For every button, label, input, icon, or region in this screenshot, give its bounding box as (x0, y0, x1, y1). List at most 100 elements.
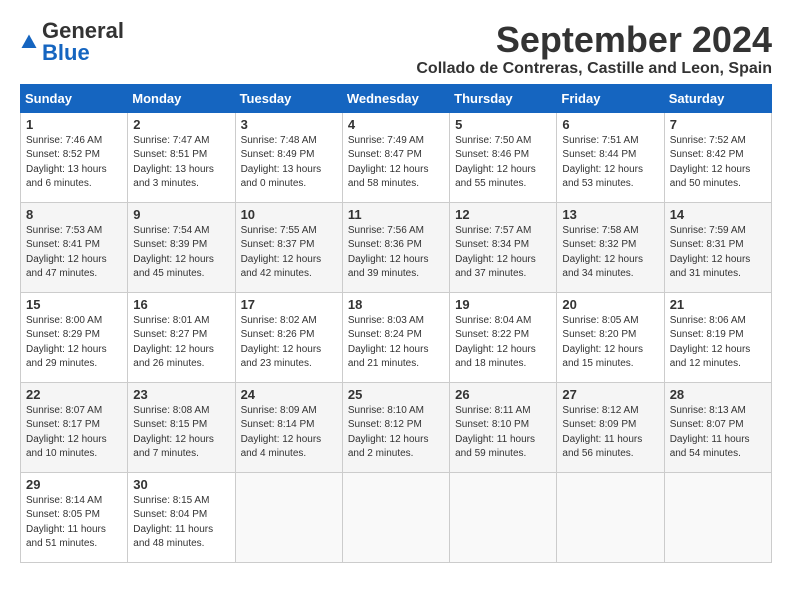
day-number: 8 (26, 207, 122, 222)
day-cell (557, 472, 664, 562)
day-cell: 30 Sunrise: 8:15 AMSunset: 8:04 PMDayligh… (128, 472, 235, 562)
day-number: 26 (455, 387, 551, 402)
header-cell-wednesday: Wednesday (342, 84, 449, 112)
day-info: Sunrise: 8:10 AMSunset: 8:12 PMDaylight:… (348, 404, 444, 462)
day-info: Sunrise: 7:50 AMSunset: 8:46 PMDaylight:… (455, 134, 551, 192)
day-number: 21 (670, 297, 766, 312)
day-number: 14 (670, 207, 766, 222)
day-info: Sunrise: 7:59 AMSunset: 8:31 PMDaylight:… (670, 224, 766, 282)
header: General Blue September 2024 Collado de C… (20, 20, 772, 78)
day-info: Sunrise: 8:03 AMSunset: 8:24 PMDaylight:… (348, 314, 444, 372)
day-cell: 9 Sunrise: 7:54 AMSunset: 8:39 PMDaylight… (128, 202, 235, 292)
day-info: Sunrise: 8:02 AMSunset: 8:26 PMDaylight:… (241, 314, 337, 372)
day-cell: 21 Sunrise: 8:06 AMSunset: 8:19 PMDayligh… (664, 292, 771, 382)
calendar-header: SundayMondayTuesdayWednesdayThursdayFrid… (21, 84, 772, 112)
day-info: Sunrise: 7:57 AMSunset: 8:34 PMDaylight:… (455, 224, 551, 282)
day-cell: 11 Sunrise: 7:56 AMSunset: 8:36 PMDayligh… (342, 202, 449, 292)
day-cell (450, 472, 557, 562)
day-cell: 24 Sunrise: 8:09 AMSunset: 8:14 PMDayligh… (235, 382, 342, 472)
day-cell: 5 Sunrise: 7:50 AMSunset: 8:46 PMDaylight… (450, 112, 557, 202)
day-info: Sunrise: 7:55 AMSunset: 8:37 PMDaylight:… (241, 224, 337, 282)
day-number: 13 (562, 207, 658, 222)
day-cell: 10 Sunrise: 7:55 AMSunset: 8:37 PMDayligh… (235, 202, 342, 292)
logo-general-text: General (42, 20, 124, 42)
week-row-5: 29 Sunrise: 8:14 AMSunset: 8:05 PMDayligh… (21, 472, 772, 562)
header-cell-saturday: Saturday (664, 84, 771, 112)
day-number: 9 (133, 207, 229, 222)
day-cell: 18 Sunrise: 8:03 AMSunset: 8:24 PMDayligh… (342, 292, 449, 382)
day-info: Sunrise: 7:51 AMSunset: 8:44 PMDaylight:… (562, 134, 658, 192)
day-cell: 15Sunrise: 8:00 AMSunset: 8:29 PMDayligh… (21, 292, 128, 382)
day-cell (342, 472, 449, 562)
day-cell: 7 Sunrise: 7:52 AMSunset: 8:42 PMDaylight… (664, 112, 771, 202)
header-cell-tuesday: Tuesday (235, 84, 342, 112)
day-cell: 13 Sunrise: 7:58 AMSunset: 8:32 PMDayligh… (557, 202, 664, 292)
day-number: 18 (348, 297, 444, 312)
day-info: Sunrise: 8:07 AMSunset: 8:17 PMDaylight:… (26, 404, 122, 462)
logo: General Blue (20, 20, 124, 64)
day-number: 4 (348, 117, 444, 132)
day-info: Sunrise: 7:49 AMSunset: 8:47 PMDaylight:… (348, 134, 444, 192)
day-number: 7 (670, 117, 766, 132)
day-number: 28 (670, 387, 766, 402)
day-info: Sunrise: 8:04 AMSunset: 8:22 PMDaylight:… (455, 314, 551, 372)
day-number: 29 (26, 477, 122, 492)
day-info: Sunrise: 8:06 AMSunset: 8:19 PMDaylight:… (670, 314, 766, 372)
day-number: 23 (133, 387, 229, 402)
day-cell: 26 Sunrise: 8:11 AMSunset: 8:10 PMDayligh… (450, 382, 557, 472)
day-info: Sunrise: 8:01 AMSunset: 8:27 PMDaylight:… (133, 314, 229, 372)
day-cell: 25 Sunrise: 8:10 AMSunset: 8:12 PMDayligh… (342, 382, 449, 472)
day-cell: 16Sunrise: 8:01 AMSunset: 8:27 PMDayligh… (128, 292, 235, 382)
day-cell: 23 Sunrise: 8:08 AMSunset: 8:15 PMDayligh… (128, 382, 235, 472)
day-info: Sunrise: 8:12 AMSunset: 8:09 PMDaylight:… (562, 404, 658, 462)
day-info: Sunrise: 7:56 AMSunset: 8:36 PMDaylight:… (348, 224, 444, 282)
day-number: 11 (348, 207, 444, 222)
day-number: 25 (348, 387, 444, 402)
week-row-3: 15Sunrise: 8:00 AMSunset: 8:29 PMDayligh… (21, 292, 772, 382)
day-cell: 29 Sunrise: 8:14 AMSunset: 8:05 PMDayligh… (21, 472, 128, 562)
day-number: 15 (26, 297, 122, 312)
day-number: 27 (562, 387, 658, 402)
day-info: Sunrise: 7:47 AMSunset: 8:51 PMDaylight:… (133, 134, 229, 192)
day-info: Sunrise: 8:08 AMSunset: 8:15 PMDaylight:… (133, 404, 229, 462)
header-cell-monday: Monday (128, 84, 235, 112)
calendar-body: 1Sunrise: 7:46 AMSunset: 8:52 PMDaylight… (21, 112, 772, 562)
week-row-1: 1Sunrise: 7:46 AMSunset: 8:52 PMDaylight… (21, 112, 772, 202)
day-cell: 3 Sunrise: 7:48 AMSunset: 8:49 PMDaylight… (235, 112, 342, 202)
day-cell: 17 Sunrise: 8:02 AMSunset: 8:26 PMDayligh… (235, 292, 342, 382)
day-number: 5 (455, 117, 551, 132)
day-cell: 4 Sunrise: 7:49 AMSunset: 8:47 PMDaylight… (342, 112, 449, 202)
day-info: Sunrise: 7:48 AMSunset: 8:49 PMDaylight:… (241, 134, 337, 192)
day-cell: 28Sunrise: 8:13 AMSunset: 8:07 PMDayligh… (664, 382, 771, 472)
day-info: Sunrise: 8:15 AMSunset: 8:04 PMDaylight:… (133, 494, 229, 552)
day-cell: 20Sunrise: 8:05 AMSunset: 8:20 PMDayligh… (557, 292, 664, 382)
day-number: 17 (241, 297, 337, 312)
day-number: 10 (241, 207, 337, 222)
header-cell-thursday: Thursday (450, 84, 557, 112)
day-number: 2 (133, 117, 229, 132)
day-info: Sunrise: 7:52 AMSunset: 8:42 PMDaylight:… (670, 134, 766, 192)
day-number: 30 (133, 477, 229, 492)
day-number: 24 (241, 387, 337, 402)
day-info: Sunrise: 8:14 AMSunset: 8:05 PMDaylight:… (26, 494, 122, 552)
day-info: Sunrise: 8:09 AMSunset: 8:14 PMDaylight:… (241, 404, 337, 462)
day-number: 3 (241, 117, 337, 132)
day-cell (235, 472, 342, 562)
day-info: Sunrise: 7:54 AMSunset: 8:39 PMDaylight:… (133, 224, 229, 282)
day-info: Sunrise: 7:58 AMSunset: 8:32 PMDaylight:… (562, 224, 658, 282)
day-info: Sunrise: 8:05 AMSunset: 8:20 PMDaylight:… (562, 314, 658, 372)
day-number: 22 (26, 387, 122, 402)
day-number: 6 (562, 117, 658, 132)
day-info: Sunrise: 7:46 AMSunset: 8:52 PMDaylight:… (26, 134, 122, 192)
header-cell-friday: Friday (557, 84, 664, 112)
day-cell: 19Sunrise: 8:04 AMSunset: 8:22 PMDayligh… (450, 292, 557, 382)
day-cell: 27 Sunrise: 8:12 AMSunset: 8:09 PMDayligh… (557, 382, 664, 472)
location-title: Collado de Contreras, Castille and Leon,… (416, 60, 772, 78)
header-cell-sunday: Sunday (21, 84, 128, 112)
day-info: Sunrise: 8:11 AMSunset: 8:10 PMDaylight:… (455, 404, 551, 462)
logo-icon (20, 33, 38, 51)
calendar-table: SundayMondayTuesdayWednesdayThursdayFrid… (20, 84, 772, 563)
logo-blue-text: Blue (42, 42, 124, 64)
title-area: September 2024 Collado de Contreras, Cas… (416, 20, 772, 78)
day-cell: 1Sunrise: 7:46 AMSunset: 8:52 PMDaylight… (21, 112, 128, 202)
